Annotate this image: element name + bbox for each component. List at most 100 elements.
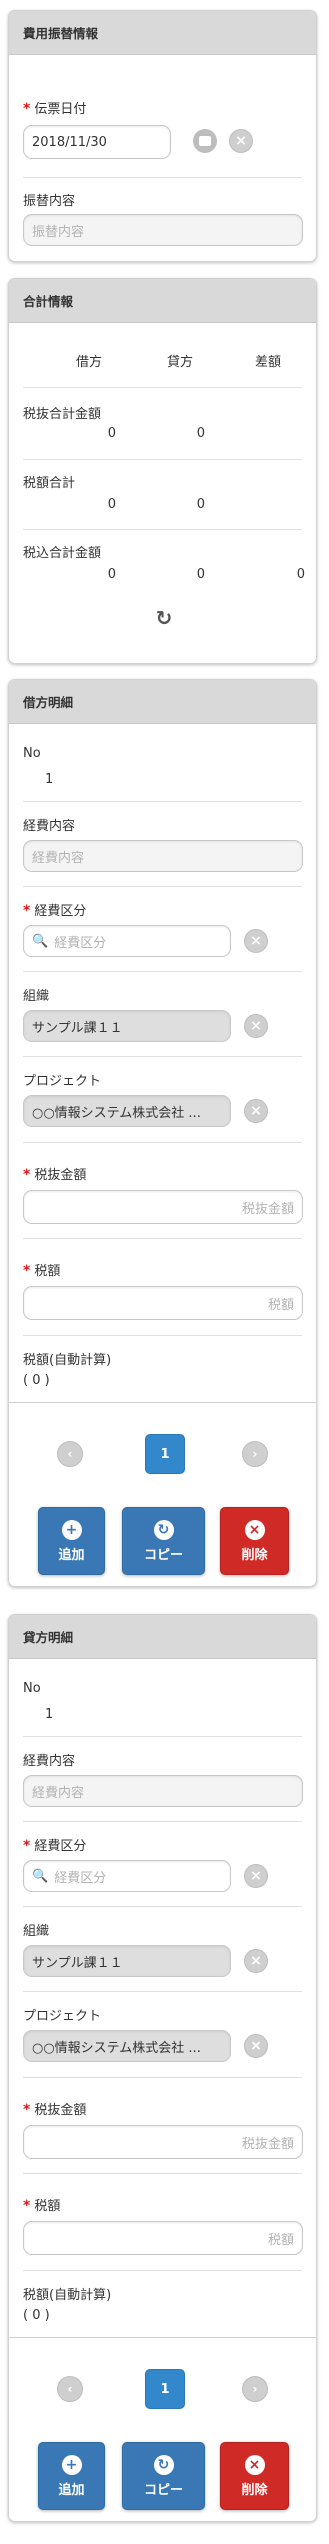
required-mark: * xyxy=(23,1263,31,1279)
debit-detail-panel: 借方明細 No 1 経費内容 経費内容 * 経費区分 🔍 経費区分 × 組織 サンプ… xyxy=(8,679,317,1587)
copy-button[interactable]: ↻ コピー xyxy=(122,1507,205,1575)
plus-icon: + xyxy=(61,2454,82,2475)
transfer-content-input[interactable]: 振替内容 xyxy=(23,214,303,246)
debit-value: 0 xyxy=(107,426,116,441)
date-input[interactable]: 2018/11/30 xyxy=(23,125,171,159)
divider xyxy=(23,1906,302,1907)
date-label: 伝票日付 xyxy=(34,102,87,117)
delete-icon: × xyxy=(244,2454,265,2475)
project-field[interactable]: ○○情報システム株式会社 ... xyxy=(23,2030,231,2062)
calendar-icon[interactable] xyxy=(193,129,217,153)
clear-organization-icon[interactable]: × xyxy=(244,1949,268,1973)
expense-category-search[interactable]: 🔍 経費区分 xyxy=(23,925,231,957)
divider xyxy=(23,387,302,388)
category-label: 経費区分 xyxy=(34,904,87,919)
col-debit-header: 借方 xyxy=(76,355,103,370)
add-button[interactable]: + 追加 xyxy=(38,2442,105,2510)
required-mark: * xyxy=(23,1838,31,1854)
clear-organization-icon[interactable]: × xyxy=(244,1014,268,1038)
required-mark: * xyxy=(23,903,31,919)
panel-title: 合計情報 xyxy=(9,279,316,323)
project-field[interactable]: ○○情報システム株式会社 ... xyxy=(23,1095,231,1127)
recalculate-icon[interactable]: ↻ xyxy=(153,606,175,630)
required-mark: * xyxy=(23,2198,31,2214)
project-label: プロジェクト xyxy=(23,1074,102,1089)
org-label: 組織 xyxy=(23,989,50,1004)
no-value: 1 xyxy=(45,1707,54,1722)
total-info-panel: 合計情報 借方 貸方 差額 税抜合計金額 0 0 税額合計 0 0 税込合計金額… xyxy=(8,278,317,664)
panel-title: 費用振替情報 xyxy=(9,11,316,55)
auto-tax-label: 税額(自動計算) xyxy=(23,2288,112,2303)
divider xyxy=(23,801,302,802)
tax-label: 税額 xyxy=(34,2199,61,2214)
next-page-icon[interactable]: › xyxy=(242,2376,268,2402)
org-label: 組織 xyxy=(23,1924,50,1939)
expense-category-search[interactable]: 🔍 経費区分 xyxy=(23,1860,231,1892)
next-page-icon[interactable]: › xyxy=(242,1441,268,1467)
organization-field[interactable]: サンプル課１１ xyxy=(23,1945,231,1977)
divider xyxy=(23,529,302,530)
amount-input[interactable]: 税抜金額 xyxy=(23,2125,303,2159)
page-number-button[interactable]: 1 xyxy=(145,1434,185,1474)
clear-category-icon[interactable]: × xyxy=(244,1864,268,1888)
divider xyxy=(23,2173,302,2174)
divider xyxy=(23,177,302,178)
required-mark: * xyxy=(23,2102,31,2118)
amount-label: 税抜金額 xyxy=(34,1168,87,1183)
search-icon: 🔍 xyxy=(32,1868,49,1884)
divider xyxy=(23,1991,302,1992)
expense-content-input[interactable]: 経費内容 xyxy=(23,1775,303,1807)
prev-page-icon[interactable]: ‹ xyxy=(57,2376,83,2402)
divider xyxy=(23,459,302,460)
row-label: 税抜合計金額 xyxy=(23,407,102,422)
content-label: 経費内容 xyxy=(23,819,76,834)
page-number-button[interactable]: 1 xyxy=(145,2369,185,2409)
divider xyxy=(23,2077,302,2078)
amount-input[interactable]: 税抜金額 xyxy=(23,1190,303,1224)
clear-date-icon[interactable]: × xyxy=(229,129,253,153)
copy-button[interactable]: ↻ コピー xyxy=(122,2442,205,2510)
divider xyxy=(23,971,302,972)
divider xyxy=(23,886,302,887)
plus-icon: + xyxy=(61,1519,82,1540)
debit-value: 0 xyxy=(107,567,116,582)
divider xyxy=(23,1142,302,1143)
delete-button[interactable]: × 削除 xyxy=(220,1507,289,1575)
clear-category-icon[interactable]: × xyxy=(244,929,268,953)
panel-title: 貸方明細 xyxy=(9,1615,316,1659)
row-label: 税込合計金額 xyxy=(23,546,102,561)
amount-label: 税抜金額 xyxy=(34,2103,87,2118)
content-label: 振替内容 xyxy=(23,194,76,209)
col-diff-header: 差額 xyxy=(255,355,282,370)
add-button[interactable]: + 追加 xyxy=(38,1507,105,1575)
copy-icon: ↻ xyxy=(153,1519,174,1540)
organization-field[interactable]: サンプル課１１ xyxy=(23,1010,231,1042)
project-label: プロジェクト xyxy=(23,2009,102,2024)
credit-value: 0 xyxy=(196,567,205,582)
diff-value: 0 xyxy=(296,567,305,582)
tax-input[interactable]: 税額 xyxy=(23,2221,303,2255)
no-label: No xyxy=(23,1681,41,1696)
divider xyxy=(23,2270,302,2271)
delete-button[interactable]: × 削除 xyxy=(220,2442,289,2510)
divider xyxy=(9,2337,316,2338)
panel-title: 借方明細 xyxy=(9,680,316,724)
clear-project-icon[interactable]: × xyxy=(244,2034,268,2058)
credit-detail-panel: 貸方明細 No 1 経費内容 経費内容 * 経費区分 🔍 経費区分 × 組織 サンプ… xyxy=(8,1614,317,2522)
content-label: 経費内容 xyxy=(23,1754,76,1769)
tax-label: 税額 xyxy=(34,1264,61,1279)
transfer-info-panel: 費用振替情報 * 伝票日付 2018/11/30 × 振替内容 振替内容 xyxy=(8,10,317,262)
required-mark: * xyxy=(23,1167,31,1183)
clear-project-icon[interactable]: × xyxy=(244,1099,268,1123)
divider xyxy=(9,1402,316,1403)
prev-page-icon[interactable]: ‹ xyxy=(57,1441,83,1467)
category-label: 経費区分 xyxy=(34,1839,87,1854)
date-field: * 伝票日付 2018/11/30 × xyxy=(23,66,302,159)
tax-input[interactable]: 税額 xyxy=(23,1286,303,1320)
content-field: 振替内容 振替内容 xyxy=(23,186,303,256)
auto-tax-value: ( 0 ) xyxy=(23,2308,50,2323)
required-mark: * xyxy=(23,101,31,117)
credit-value: 0 xyxy=(196,497,205,512)
divider xyxy=(23,1736,302,1737)
expense-content-input[interactable]: 経費内容 xyxy=(23,840,303,872)
